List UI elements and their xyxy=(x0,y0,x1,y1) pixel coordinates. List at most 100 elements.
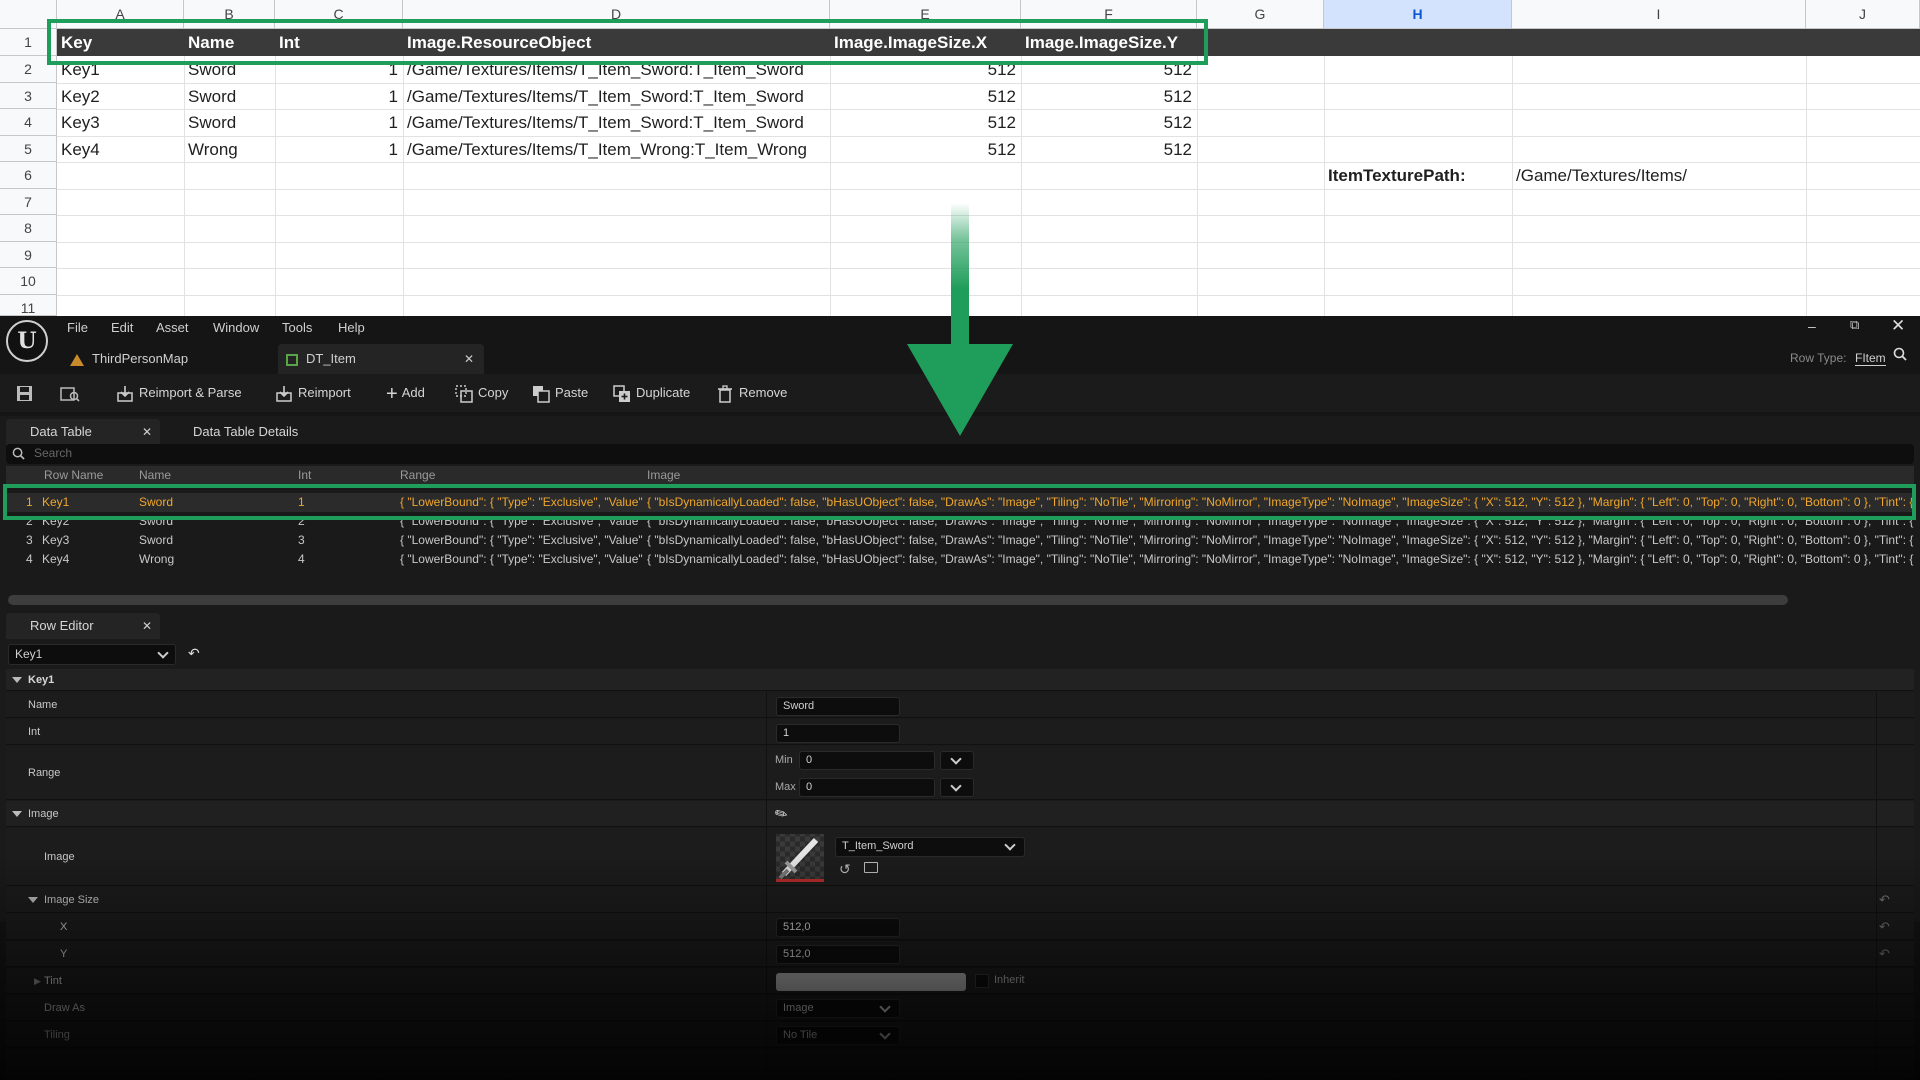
cell-key[interactable]: Key2 xyxy=(61,83,100,110)
cell-resource[interactable]: /Game/Textures/Items/T_Item_Sword:T_Item… xyxy=(407,83,804,110)
cell-key[interactable]: Key4 xyxy=(61,136,100,163)
cell-size-x[interactable]: 512 xyxy=(834,83,1016,110)
reset-icon[interactable]: ↶ xyxy=(1879,887,1890,913)
use-selected-icon[interactable]: ↺ xyxy=(839,861,851,878)
min-type-dropdown[interactable] xyxy=(940,751,974,770)
row-header-9[interactable]: 9 xyxy=(0,242,57,268)
browse-icon[interactable] xyxy=(60,374,80,412)
save-icon[interactable] xyxy=(16,374,33,412)
cell-int[interactable]: 1 xyxy=(279,83,398,110)
row-header-4[interactable]: 4 xyxy=(0,109,57,136)
col-header-i[interactable]: I xyxy=(1512,0,1806,29)
tab-data-table-details[interactable]: Data Table Details xyxy=(193,419,298,445)
section-image[interactable]: Image xyxy=(6,801,1914,827)
name-input[interactable]: Sword xyxy=(776,697,900,716)
size-y-input[interactable]: 512,0 xyxy=(776,945,900,964)
menu-edit[interactable]: Edit xyxy=(111,320,133,335)
chevron-down-icon xyxy=(879,1028,891,1040)
tab-row-editor[interactable]: Row Editor ✕ xyxy=(6,613,160,639)
horizontal-scrollbar[interactable] xyxy=(8,595,1788,605)
tint-color-swatch[interactable] xyxy=(776,973,966,991)
cell-size-y[interactable]: 512 xyxy=(1025,109,1192,136)
duplicate-button[interactable]: Duplicate xyxy=(613,374,690,412)
row-header-5[interactable]: 5 xyxy=(0,136,57,162)
col-header-g[interactable]: G xyxy=(1197,0,1324,29)
col-int[interactable]: Int xyxy=(298,466,311,484)
menu-window[interactable]: Window xyxy=(213,320,259,335)
item-texture-path-label[interactable]: ItemTexturePath: xyxy=(1328,162,1466,189)
tab-dt-item[interactable]: DT_Item ✕ xyxy=(278,344,484,374)
section-image-size[interactable]: Image Size ↶ xyxy=(6,887,1914,913)
cell-size-y[interactable]: 512 xyxy=(1025,136,1192,163)
cell-key[interactable]: Key3 xyxy=(61,109,100,136)
browse-folder-icon[interactable] xyxy=(864,862,878,873)
cell-size-y[interactable]: 512 xyxy=(1025,83,1192,110)
row-header-7[interactable]: 7 xyxy=(0,189,57,215)
row-selector-dropdown[interactable]: Key1 xyxy=(8,644,176,665)
property-more xyxy=(6,1049,1914,1080)
col-name[interactable]: Name xyxy=(139,466,171,484)
unreal-logo-icon[interactable]: U xyxy=(6,320,48,362)
tab-thirdpersonmap[interactable]: ThirdPersonMap xyxy=(70,344,280,374)
menu-help[interactable]: Help xyxy=(338,320,365,335)
cell-int[interactable]: 1 xyxy=(279,109,398,136)
texture-thumbnail[interactable] xyxy=(776,834,824,882)
cell-name[interactable]: Sword xyxy=(188,83,236,110)
menu-tools[interactable]: Tools xyxy=(282,320,312,335)
draw-as-dropdown[interactable]: Image xyxy=(776,999,900,1018)
cell-size-x[interactable]: 512 xyxy=(834,136,1016,163)
max-type-dropdown[interactable] xyxy=(940,778,974,797)
close-tab-icon[interactable]: ✕ xyxy=(464,344,474,374)
min-input[interactable]: 0 xyxy=(799,751,935,770)
row-header-8[interactable]: 8 xyxy=(0,215,57,242)
row-name: Key3 xyxy=(42,533,70,547)
paste-button[interactable]: Paste xyxy=(532,374,588,412)
restore-icon[interactable]: ⧉ xyxy=(1850,317,1859,333)
close-tab-icon[interactable]: ✕ xyxy=(142,419,152,445)
menu-asset[interactable]: Asset xyxy=(156,320,189,335)
minimize-icon[interactable]: – xyxy=(1808,318,1816,334)
remove-button[interactable]: Remove xyxy=(716,374,787,412)
search-input[interactable]: Search xyxy=(6,444,1914,464)
table-row[interactable]: 3 Key3 Sword 3 { "LowerBound": { "Type":… xyxy=(6,531,1914,550)
row-header-10[interactable]: 10 xyxy=(0,268,57,295)
int-input[interactable]: 1 xyxy=(776,724,900,743)
col-row-name[interactable]: Row Name xyxy=(44,466,103,484)
cell-size-x[interactable]: 512 xyxy=(834,109,1016,136)
col-header-j[interactable]: J xyxy=(1806,0,1920,29)
tiling-dropdown[interactable]: No Tile xyxy=(776,1026,900,1045)
close-window-icon[interactable]: ✕ xyxy=(1891,316,1905,336)
cell-name[interactable]: Wrong xyxy=(188,136,238,163)
cell-int[interactable]: 1 xyxy=(279,136,398,163)
image-label: Image xyxy=(44,851,75,863)
reimport-button[interactable]: Reimport xyxy=(275,374,351,412)
cell-resource[interactable]: /Game/Textures/Items/T_Item_Sword:T_Item… xyxy=(407,109,804,136)
col-range[interactable]: Range xyxy=(400,466,435,484)
col-header-h[interactable]: H xyxy=(1324,0,1512,29)
size-x-input[interactable]: 512,0 xyxy=(776,918,900,937)
reimport-parse-button[interactable]: Reimport & Parse xyxy=(116,374,242,412)
cell-name[interactable]: Sword xyxy=(188,109,236,136)
section-key1[interactable]: Key1 xyxy=(6,669,1914,691)
reset-icon[interactable]: ↶ xyxy=(1879,914,1890,940)
row-header-6[interactable]: 6 xyxy=(0,162,57,189)
col-image[interactable]: Image xyxy=(647,466,680,484)
inherit-checkbox[interactable] xyxy=(975,974,989,988)
row-type-value[interactable]: FItem xyxy=(1855,351,1886,366)
cell-resource[interactable]: /Game/Textures/Items/T_Item_Wrong:T_Item… xyxy=(407,136,807,163)
texture-asset-picker[interactable]: T_Item_Sword xyxy=(835,837,1025,857)
item-texture-path-value[interactable]: /Game/Textures/Items/ xyxy=(1516,162,1687,189)
close-tab-icon[interactable]: ✕ xyxy=(142,613,152,639)
reset-row-icon[interactable]: ↶ xyxy=(188,645,200,662)
max-input[interactable]: 0 xyxy=(799,778,935,797)
reset-icon[interactable]: ↶ xyxy=(1879,941,1890,967)
table-row[interactable]: 4 Key4 Wrong 4 { "LowerBound": { "Type":… xyxy=(6,550,1914,569)
menu-file[interactable]: File xyxy=(67,320,88,335)
search-icon[interactable] xyxy=(1893,347,1907,361)
tab-data-table[interactable]: Data Table ✕ xyxy=(6,419,160,445)
row-field-int: 4 xyxy=(298,552,305,566)
add-button[interactable]: + Add xyxy=(386,374,425,412)
copy-button[interactable]: Copy xyxy=(455,374,508,412)
row-header-3[interactable]: 3 xyxy=(0,83,57,109)
row-header-11[interactable]: 11 xyxy=(0,295,57,316)
